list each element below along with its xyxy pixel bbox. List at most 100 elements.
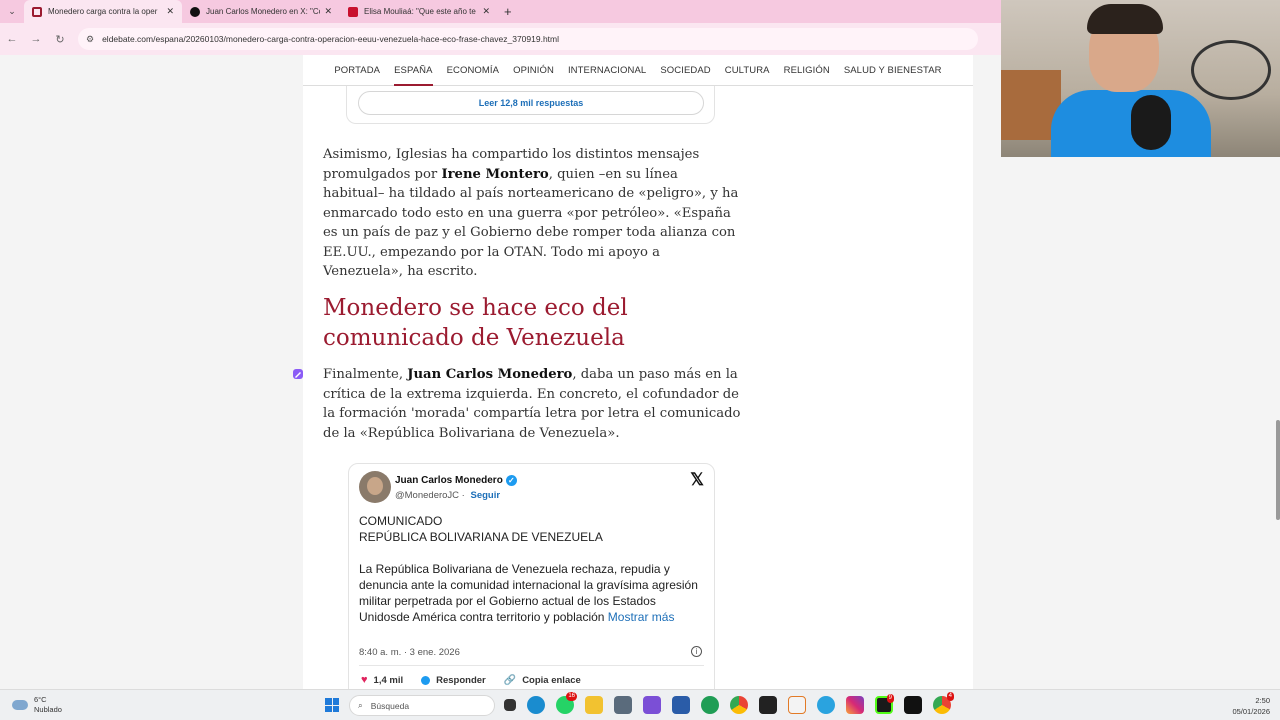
scrollbar-thumb[interactable] bbox=[1276, 420, 1280, 520]
tweet-actions: ♥ 1,4 mil Responder 🔗 Copia enlace bbox=[361, 674, 581, 686]
weather-widget[interactable]: 6°C Nublado bbox=[12, 695, 62, 715]
tab-bar: ⌄ Monedero carga contra la oper ✕ Juan C… bbox=[0, 0, 1001, 23]
close-tab-icon[interactable]: ✕ bbox=[324, 6, 332, 17]
site-nav-item[interactable]: CULTURA bbox=[718, 65, 777, 76]
site-nav-item[interactable]: PORTADA bbox=[327, 65, 387, 76]
address-bar: ← → ↻ ⚙ eldebate.com/espana/20260103/mon… bbox=[0, 23, 1001, 55]
temperature: 6°C bbox=[34, 695, 47, 704]
rtve-icon[interactable] bbox=[788, 696, 806, 714]
forward-icon[interactable]: → bbox=[24, 33, 48, 45]
webcam-person-hair bbox=[1087, 4, 1163, 34]
system-clock[interactable]: 2:50 05/01/2026 bbox=[1232, 695, 1270, 717]
url-field[interactable]: ⚙ eldebate.com/espana/20260103/monedero-… bbox=[78, 28, 978, 50]
taskbar: 6°C Nublado ⌕ Búsqueda 16 9 4 2:50 05/01/… bbox=[0, 689, 1280, 720]
chrome-icon[interactable] bbox=[730, 696, 748, 714]
divider bbox=[359, 665, 704, 666]
tab-title: Monedero carga contra la oper bbox=[48, 7, 158, 16]
site-nav-item[interactable]: SALUD Y BIENESTAR bbox=[837, 65, 949, 76]
task-view-icon[interactable] bbox=[504, 699, 516, 711]
like-button[interactable]: ♥ 1,4 mil bbox=[361, 674, 403, 686]
person-link[interactable]: Juan Carlos Monedero bbox=[407, 367, 572, 382]
reload-icon[interactable]: ↻ bbox=[48, 33, 72, 46]
site-info-icon[interactable]: ⚙ bbox=[86, 34, 94, 45]
tab-x-post[interactable]: Juan Carlos Monedero en X: "Co ✕ bbox=[182, 0, 340, 23]
section-heading: Monedero se hace eco del comunicado de V… bbox=[323, 295, 628, 351]
handle-text[interactable]: @MonederoJC bbox=[395, 490, 459, 501]
site-nav-item[interactable]: INTERNACIONAL bbox=[561, 65, 653, 76]
like-count: 1,4 mil bbox=[373, 674, 404, 686]
site-nav-item[interactable]: OPINIÓN bbox=[506, 65, 561, 76]
reply-label: Responder bbox=[436, 674, 486, 686]
follow-button[interactable]: Seguir bbox=[471, 490, 501, 501]
page-background-right bbox=[973, 55, 1001, 157]
clock-date: 05/01/2026 bbox=[1232, 707, 1270, 716]
weather-condition: Nublado bbox=[34, 705, 62, 714]
tweet-line: REPÚBLICA BOLIVARIANA DE VENEZUELA bbox=[359, 530, 603, 544]
article-paragraph: Finalmente, Juan Carlos Monedero, daba u… bbox=[323, 365, 743, 443]
cloud-icon bbox=[12, 700, 28, 710]
tab-search-icon[interactable]: ⌄ bbox=[0, 6, 24, 17]
link-icon: 🔗 bbox=[503, 674, 517, 686]
chrome-icon[interactable]: 4 bbox=[933, 692, 954, 714]
x-logo-icon[interactable]: 𝕏 bbox=[690, 470, 704, 490]
close-tab-icon[interactable]: ✕ bbox=[166, 6, 174, 17]
tweet-body: COMUNICADO REPÚBLICA BOLIVARIANA DE VENEZ… bbox=[359, 513, 704, 641]
verified-badge-icon: ✓ bbox=[505, 475, 517, 486]
new-tab-icon[interactable]: + bbox=[504, 4, 512, 19]
back-icon[interactable]: ← bbox=[0, 33, 24, 45]
site-nav-item[interactable]: ECONOMÍA bbox=[440, 65, 507, 76]
news-favicon-icon bbox=[348, 6, 358, 17]
eldebate-favicon-icon bbox=[32, 6, 42, 17]
read-replies-button[interactable]: Leer 12,8 mil respuestas bbox=[358, 91, 704, 115]
copy-link-label: Copia enlace bbox=[522, 674, 581, 686]
tweet-author-name[interactable]: Juan Carlos Monedero ✓ bbox=[395, 475, 517, 486]
url-text: eldebate.com/espana/20260103/monedero-ca… bbox=[102, 34, 560, 44]
paragraph-text: , quien –en su línea habitual– ha tildad… bbox=[323, 166, 739, 280]
whatsapp-icon[interactable]: 16 bbox=[556, 692, 577, 714]
edge-icon[interactable] bbox=[527, 696, 545, 714]
instagram-icon[interactable] bbox=[846, 696, 864, 714]
tab-monedero-article[interactable]: Monedero carga contra la oper ✕ bbox=[24, 0, 182, 23]
tab-title: Juan Carlos Monedero en X: "Co bbox=[206, 7, 321, 16]
notification-badge: 4 bbox=[946, 692, 954, 701]
paragraph-text: Finalmente, bbox=[323, 367, 408, 382]
avatar[interactable] bbox=[359, 471, 391, 503]
heart-icon: ♥ bbox=[361, 674, 368, 686]
reply-button[interactable]: Responder bbox=[421, 674, 486, 686]
embedded-tweet[interactable]: Juan Carlos Monedero ✓ @MonederoJC · Segu… bbox=[348, 463, 715, 689]
taskbar-search[interactable]: ⌕ Búsqueda bbox=[349, 695, 495, 716]
person-link[interactable]: Irene Montero bbox=[441, 167, 548, 182]
close-tab-icon[interactable]: ✕ bbox=[482, 6, 490, 17]
copy-link-button[interactable]: 🔗 Copia enlace bbox=[504, 674, 581, 686]
article-paragraph: Asimismo, Iglesias ha compartido los dis… bbox=[323, 145, 743, 282]
site-nav-item[interactable]: RELIGIÓN bbox=[777, 65, 837, 76]
telegram-icon[interactable] bbox=[817, 696, 835, 714]
tiktok-icon[interactable] bbox=[904, 696, 922, 714]
tweet-timestamp[interactable]: 8:40 a. m. · 3 ene. 2026 bbox=[359, 647, 460, 658]
taskbar-apps: 16 9 4 bbox=[504, 692, 954, 714]
site-nav-item[interactable]: SOCIEDAD bbox=[653, 65, 717, 76]
page-background-right bbox=[973, 157, 1280, 689]
windows-start-icon[interactable] bbox=[325, 698, 339, 712]
embedded-post-footer: Leer 12,8 mil respuestas bbox=[346, 86, 715, 124]
author-name-text: Juan Carlos Monedero bbox=[395, 475, 503, 487]
file-explorer-icon[interactable] bbox=[585, 696, 603, 714]
tab-elisa-article[interactable]: Elisa Mouliaá: "Que este año te ✕ bbox=[340, 0, 498, 23]
article-container: PORTADA ESPAÑA ECONOMÍA OPINIÓN INTERNACIONA… bbox=[303, 55, 973, 689]
site-nav-item[interactable]: ESPAÑA bbox=[387, 65, 439, 86]
app-icon[interactable] bbox=[614, 696, 632, 714]
app-icon[interactable] bbox=[701, 696, 719, 714]
site-navigation: PORTADA ESPAÑA ECONOMÍA OPINIÓN INTERNACIONA… bbox=[303, 55, 973, 86]
tweet-author-handle: @MonederoJC · Seguir bbox=[395, 490, 501, 501]
app-k-icon[interactable]: 9 bbox=[875, 694, 894, 714]
app-icon[interactable] bbox=[643, 696, 661, 714]
page-background-left bbox=[0, 55, 303, 689]
clock-time: 2:50 bbox=[1255, 696, 1270, 705]
webcam-bicycle bbox=[1191, 40, 1271, 100]
show-more-link[interactable]: Mostrar más bbox=[608, 610, 675, 624]
app-icon[interactable] bbox=[759, 696, 777, 714]
webcam-microphone bbox=[1131, 95, 1171, 150]
search-placeholder: Búsqueda bbox=[370, 700, 410, 711]
store-icon[interactable] bbox=[672, 696, 690, 714]
info-icon[interactable]: i bbox=[691, 646, 702, 657]
